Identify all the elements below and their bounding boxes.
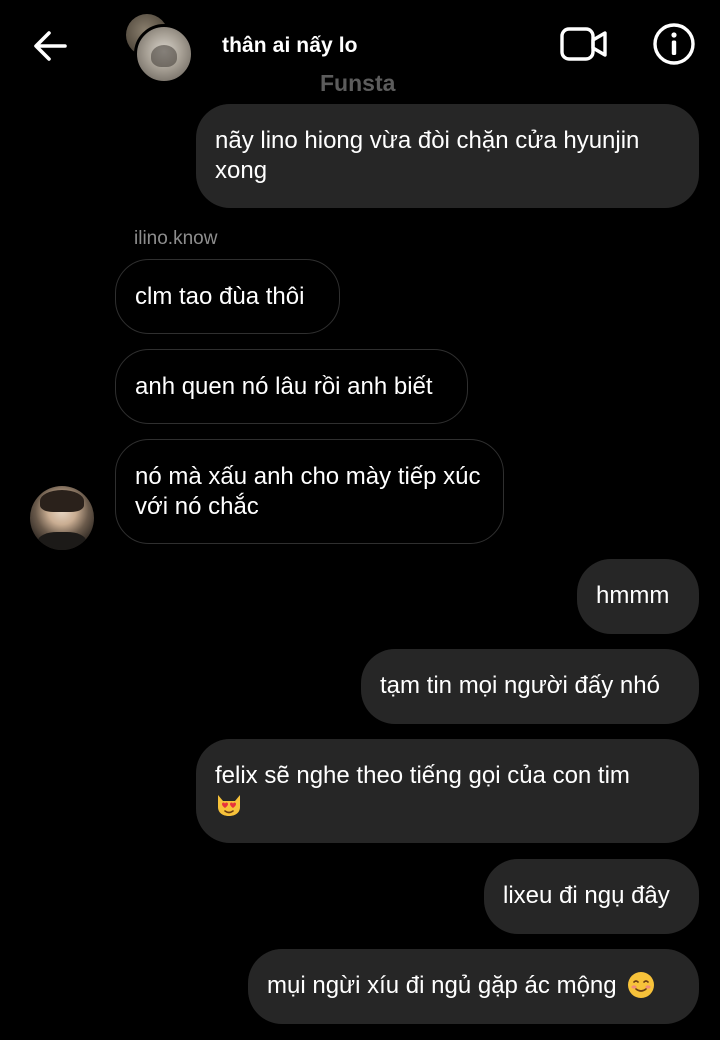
message-text: anh quen nó lâu rồi anh biết [135,373,433,400]
message-bubble-outgoing[interactable]: tạm tin mọi người đấy nhó [361,649,699,724]
group-avatar[interactable] [124,14,196,84]
message-text: tạm tin mọi người đấy nhó [380,672,660,699]
member-avatar-front [134,24,194,84]
message-bubble-incoming[interactable]: nó mà xấu anh cho mày tiếp xúc với nó ch… [115,439,504,544]
sender-avatar[interactable] [30,486,94,550]
message-bubble-outgoing[interactable]: hmmm [577,559,699,634]
info-icon [653,23,695,65]
message-bubble-outgoing[interactable]: lixeu đi ngụ đây [484,859,699,934]
chat-title[interactable]: thân ai nấy lo [222,34,358,58]
message-bubble-incoming[interactable]: clm tao đùa thôi [115,259,340,334]
video-camera-icon [560,27,607,61]
message-text: clm tao đùa thôi [135,283,305,310]
info-button[interactable] [650,20,698,68]
message-bubble-outgoing[interactable]: nãy lino hiong vừa đòi chặn cửa hyunjin … [196,104,699,208]
sender-username[interactable]: ilino.know [134,228,217,250]
message-text: lixeu đi ngụ đây [503,882,670,909]
back-button[interactable] [26,22,74,70]
message-text: mụi ngừi xíu đi ngủ gặp ác mộng [267,972,617,999]
message-text: nãy lino hiong vừa đòi chặn cửa hyunjin … [215,127,640,184]
smiling-face-icon [628,972,655,998]
message-text: hmmm [596,582,670,609]
arrow-left-icon [34,31,67,61]
chat-subtitle: Funsta [320,70,396,96]
message-bubble-outgoing[interactable]: mụi ngừi xíu đi ngủ gặp ác mộng [248,949,699,1024]
message-text: nó mà xấu anh cho mày tiếp xúc với nó ch… [135,463,481,520]
heart-eyes-cat-icon [218,795,240,816]
message-bubble-incoming[interactable]: anh quen nó lâu rồi anh biết [115,349,468,424]
message-text: felix sẽ nghe theo tiếng gọi của con tim [215,762,630,789]
message-bubble-outgoing[interactable]: felix sẽ nghe theo tiếng gọi của con tim [196,739,699,843]
video-call-button[interactable] [558,22,610,66]
